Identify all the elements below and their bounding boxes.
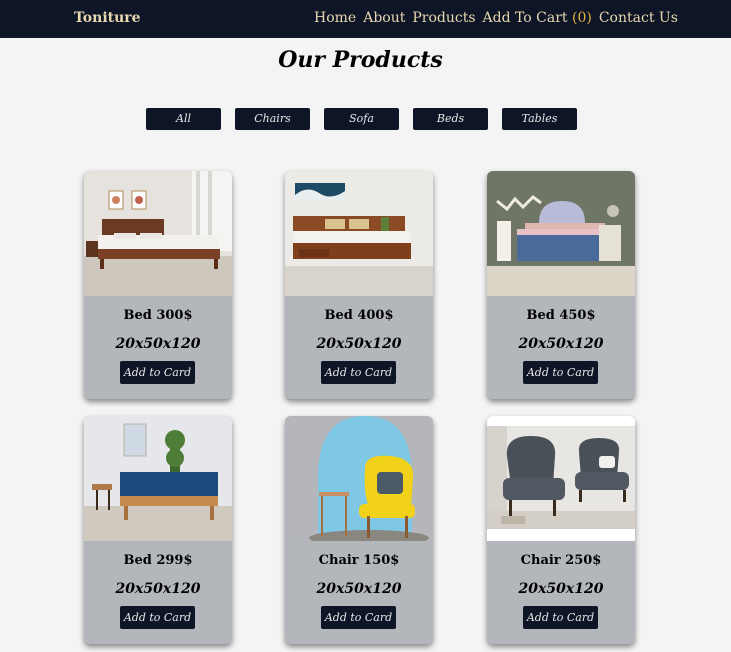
product-name: Bed 299$ bbox=[123, 553, 193, 568]
product-name: Bed 400$ bbox=[324, 308, 394, 323]
chair-photo bbox=[487, 416, 635, 541]
product-dimensions: 20x50x120 bbox=[316, 336, 402, 352]
add-to-cart-button[interactable]: Add to Card bbox=[523, 606, 598, 629]
product-name: Chair 250$ bbox=[520, 553, 602, 568]
add-to-cart-button[interactable]: Add to Card bbox=[120, 361, 195, 384]
product-dimensions: 20x50x120 bbox=[115, 581, 201, 597]
filter-tables-button[interactable]: Tables bbox=[502, 108, 577, 130]
add-to-cart-button[interactable]: Add to Card bbox=[523, 361, 598, 384]
brand-logo[interactable]: Toniture bbox=[74, 10, 141, 26]
product-name: Chair 150$ bbox=[318, 553, 400, 568]
product-card: Bed 300$ 20x50x120 Add to Card bbox=[84, 171, 232, 399]
nav-cart[interactable]: Add To Cart (0) bbox=[483, 10, 592, 26]
bed-photo bbox=[84, 171, 232, 296]
chair-photo bbox=[285, 416, 433, 541]
filter-sofa-button[interactable]: Sofa bbox=[324, 108, 399, 130]
navbar: Toniture Home About Products Add To Cart… bbox=[0, 0, 731, 38]
cart-count: (0) bbox=[571, 10, 592, 26]
product-dimensions: 20x50x120 bbox=[316, 581, 402, 597]
product-card: Chair 150$ 20x50x120 Add to Card bbox=[285, 416, 433, 644]
add-to-cart-button[interactable]: Add to Card bbox=[321, 606, 396, 629]
product-dimensions: 20x50x120 bbox=[518, 581, 604, 597]
product-name: Bed 300$ bbox=[123, 308, 193, 323]
nav-about[interactable]: About bbox=[363, 10, 405, 26]
filter-beds-button[interactable]: Beds bbox=[413, 108, 488, 130]
bed-photo bbox=[285, 171, 433, 296]
page-title: Our Products bbox=[278, 47, 443, 73]
bed-photo bbox=[84, 416, 232, 541]
product-name: Bed 450$ bbox=[526, 308, 596, 323]
nav-links: Home About Products Add To Cart (0) Cont… bbox=[314, 10, 678, 26]
product-dimensions: 20x50x120 bbox=[518, 336, 604, 352]
add-to-cart-button[interactable]: Add to Card bbox=[120, 606, 195, 629]
filter-chairs-button[interactable]: Chairs bbox=[235, 108, 310, 130]
product-card: Chair 250$ 20x50x120 Add to Card bbox=[487, 416, 635, 644]
nav-cart-label: Add To Cart bbox=[482, 10, 568, 26]
product-card: Bed 400$ 20x50x120 Add to Card bbox=[285, 171, 433, 399]
product-card: Bed 450$ 20x50x120 Add to Card bbox=[487, 171, 635, 399]
category-filters: All Chairs Sofa Beds Tables bbox=[146, 108, 577, 130]
nav-contact[interactable]: Contact Us bbox=[599, 10, 678, 26]
product-dimensions: 20x50x120 bbox=[115, 336, 201, 352]
filter-all-button[interactable]: All bbox=[146, 108, 221, 130]
nav-home[interactable]: Home bbox=[314, 10, 356, 26]
bed-photo bbox=[487, 171, 635, 296]
nav-products[interactable]: Products bbox=[412, 10, 475, 26]
add-to-cart-button[interactable]: Add to Card bbox=[321, 361, 396, 384]
product-card: Bed 299$ 20x50x120 Add to Card bbox=[84, 416, 232, 644]
